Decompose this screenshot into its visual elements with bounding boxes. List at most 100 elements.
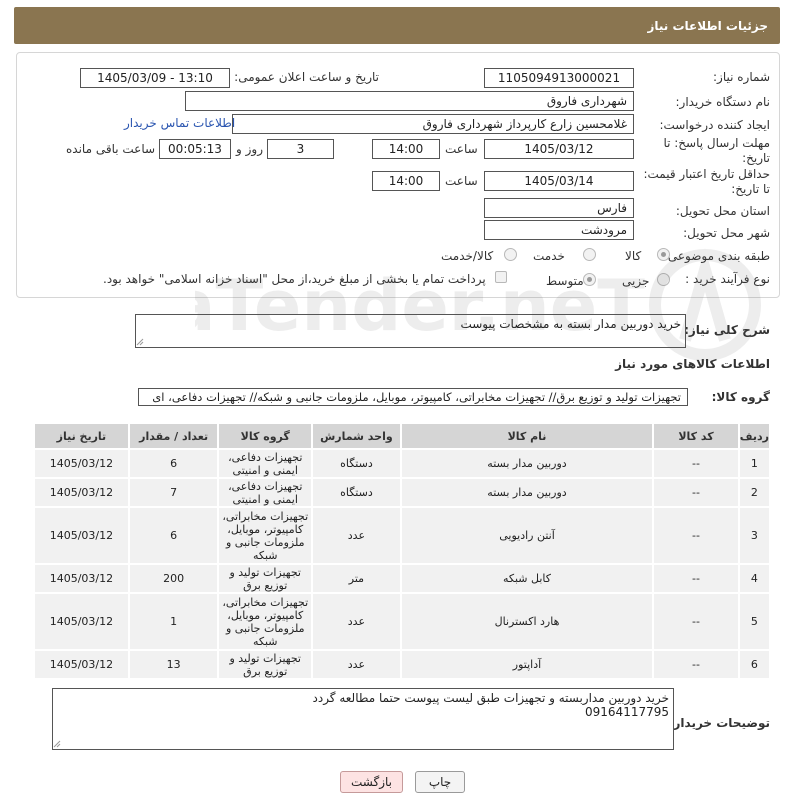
table-row: 5 -- هارد اکسترنال عدد تجهیزات مخابراتی،…: [33, 592, 772, 651]
cell-row-index: 3: [737, 506, 772, 565]
treasury-payment-note: پرداخت تمام یا بخشی از مبلغ خرید،از محل …: [103, 272, 486, 286]
page-title: جزئیات اطلاعات نیاز: [647, 19, 768, 33]
cell-item-name: دوربین مدار بسته: [399, 477, 655, 508]
buyer-notes-label: توضیحات خریدار:: [668, 716, 770, 730]
cell-row-index: 1: [737, 448, 772, 479]
category-radio-goods[interactable]: [657, 248, 670, 261]
process-option-medium: متوسط: [546, 274, 584, 288]
table-row: 1 -- دوربین مدار بسته دستگاه تجهیزات دفا…: [33, 448, 772, 479]
cell-item-name: هارد اکسترنال: [399, 592, 655, 651]
buyer-notes-textarea: خرید دوربین مداربسته و تجهیزات طبق لیست …: [52, 688, 674, 750]
buyer-notes-line-2: 09164117795: [585, 705, 669, 719]
deadline-time-label: ساعت: [445, 142, 478, 156]
buyer-contact-link[interactable]: اطلاعات تماس خریدار: [124, 116, 235, 130]
category-radio-service[interactable]: [583, 248, 596, 261]
category-option-goods: کالا: [625, 249, 642, 263]
print-button[interactable]: چاپ: [415, 771, 465, 793]
cell-item-code: --: [652, 563, 740, 594]
goods-group-label: گروه کالا:: [711, 390, 770, 404]
table-row: 3 -- آنتن رادیویی عدد تجهیزات مخابراتی، …: [33, 506, 772, 565]
province-label: استان محل تحویل:: [675, 204, 770, 218]
city-label: شهر محل تحویل:: [683, 226, 770, 240]
days-remaining-field: 3: [267, 139, 334, 159]
price-validity-time-label: ساعت: [445, 174, 478, 188]
category-option-service: خدمت: [533, 249, 565, 263]
cell-row-index: 2: [737, 477, 772, 508]
cell-row-index: 6: [737, 649, 772, 680]
deadline-label: مهلت ارسال پاسخ: تا: [663, 136, 770, 150]
cell-unit: متر: [311, 563, 402, 594]
cell-item-code: --: [652, 649, 740, 680]
resize-grip-icon[interactable]: [136, 338, 144, 346]
items-table: ردیف کد کالا نام کالا واحد شمارش گروه کا…: [33, 422, 772, 680]
price-validity-label: حداقل تاریخ اعتبار قیمت:: [643, 167, 770, 181]
resize-grip-icon[interactable]: [53, 740, 61, 748]
cell-row-index: 5: [737, 592, 772, 651]
category-label: طبقه بندی موضوعی:: [663, 249, 770, 263]
buyer-org-label: نام دستگاه خریدار:: [675, 95, 771, 109]
buyer-notes-line-1: خرید دوربین مداربسته و تجهیزات طبق لیست …: [312, 691, 670, 705]
cell-need-date: 1405/03/12: [33, 477, 130, 508]
cell-need-date: 1405/03/12: [33, 563, 130, 594]
cell-item-code: --: [652, 477, 740, 508]
cell-item-code: --: [652, 448, 740, 479]
cell-item-name: آداپتور: [399, 649, 655, 680]
treasury-payment-checkbox[interactable]: [495, 271, 507, 283]
creator-label: ایجاد کننده درخواست:: [659, 118, 770, 132]
table-row: 2 -- دوربین مدار بسته دستگاه تجهیزات دفا…: [33, 477, 772, 508]
cell-quantity: 6: [127, 448, 220, 479]
cell-need-date: 1405/03/12: [33, 649, 130, 680]
cell-item-group: تجهیزات تولید و توزیع برق: [217, 649, 314, 680]
back-button[interactable]: بازگشت: [340, 771, 403, 793]
cell-row-index: 4: [737, 563, 772, 594]
price-validity-label-date: تا تاریخ:: [731, 182, 770, 196]
time-remaining-label: ساعت باقی مانده: [66, 142, 156, 156]
cell-item-group: تجهیزات تولید و توزیع برق: [217, 563, 314, 594]
process-radio-minor[interactable]: [657, 273, 670, 286]
city-field: مرودشت: [484, 220, 634, 240]
cell-unit: عدد: [311, 649, 402, 680]
category-radio-goods-service[interactable]: [504, 248, 517, 261]
table-row: 4 -- کابل شبکه متر تجهیزات تولید و توزیع…: [33, 563, 772, 594]
price-validity-date-field: 1405/03/14: [484, 171, 634, 191]
buyer-org-field: شهرداری فاروق: [185, 91, 634, 111]
process-radio-medium[interactable]: [583, 273, 596, 286]
cell-item-group: تجهیزات دفاعی، ایمنی و امنیتی: [217, 448, 314, 479]
table-row: 6 -- آداپتور عدد تجهیزات تولید و توزیع ب…: [33, 649, 772, 680]
cell-unit: دستگاه: [311, 448, 402, 479]
header-quantity: تعداد / مقدار: [127, 422, 220, 450]
cell-item-group: تجهیزات مخابراتی، کامپیوتر، موبایل، ملزو…: [217, 592, 314, 651]
creator-field: غلامحسین زارع کارپرداز شهرداری فاروق: [232, 114, 634, 134]
goods-group-field: تجهیزات تولید و توزیع برق// تجهیزات مخاب…: [138, 388, 688, 406]
cell-item-code: --: [652, 592, 740, 651]
cell-quantity: 13: [127, 649, 220, 680]
header-item-name: نام کالا: [399, 422, 655, 450]
announce-date-label: تاریخ و ساعت اعلان عمومی:: [234, 70, 379, 84]
summary-textarea: خرید دوربین مدار بسته به مشخصات پیوست: [135, 314, 686, 348]
cell-quantity: 1: [127, 592, 220, 651]
cell-item-name: دوربین مدار بسته: [399, 448, 655, 479]
header-need-date: تاریخ نیاز: [33, 422, 130, 450]
header-item-code: کد کالا: [652, 422, 740, 450]
price-validity-time-field: 14:00: [372, 171, 440, 191]
province-field: فارس: [484, 198, 634, 218]
header-item-group: گروه کالا: [217, 422, 314, 450]
cell-quantity: 7: [127, 477, 220, 508]
cell-item-name: آنتن رادیویی: [399, 506, 655, 565]
deadline-time-field: 14:00: [372, 139, 440, 159]
header-row-index: ردیف: [737, 422, 772, 450]
cell-quantity: 6: [127, 506, 220, 565]
deadline-label-date: تاریخ:: [742, 151, 770, 165]
table-header-row: ردیف کد کالا نام کالا واحد شمارش گروه کا…: [33, 422, 772, 450]
cell-need-date: 1405/03/12: [33, 506, 130, 565]
cell-item-group: تجهیزات دفاعی، ایمنی و امنیتی: [217, 477, 314, 508]
need-number-label: شماره نیاز:: [713, 70, 770, 84]
summary-label: شرح کلی نیاز:: [684, 323, 770, 337]
cell-item-code: --: [652, 506, 740, 565]
process-option-minor: جزیی: [622, 274, 650, 288]
cell-quantity: 200: [127, 563, 220, 594]
header-unit: واحد شمارش: [311, 422, 402, 450]
need-number-field: 1105094913000021: [484, 68, 634, 88]
announce-date-field: 1405/03/09 - 13:10: [80, 68, 230, 88]
cell-need-date: 1405/03/12: [33, 592, 130, 651]
